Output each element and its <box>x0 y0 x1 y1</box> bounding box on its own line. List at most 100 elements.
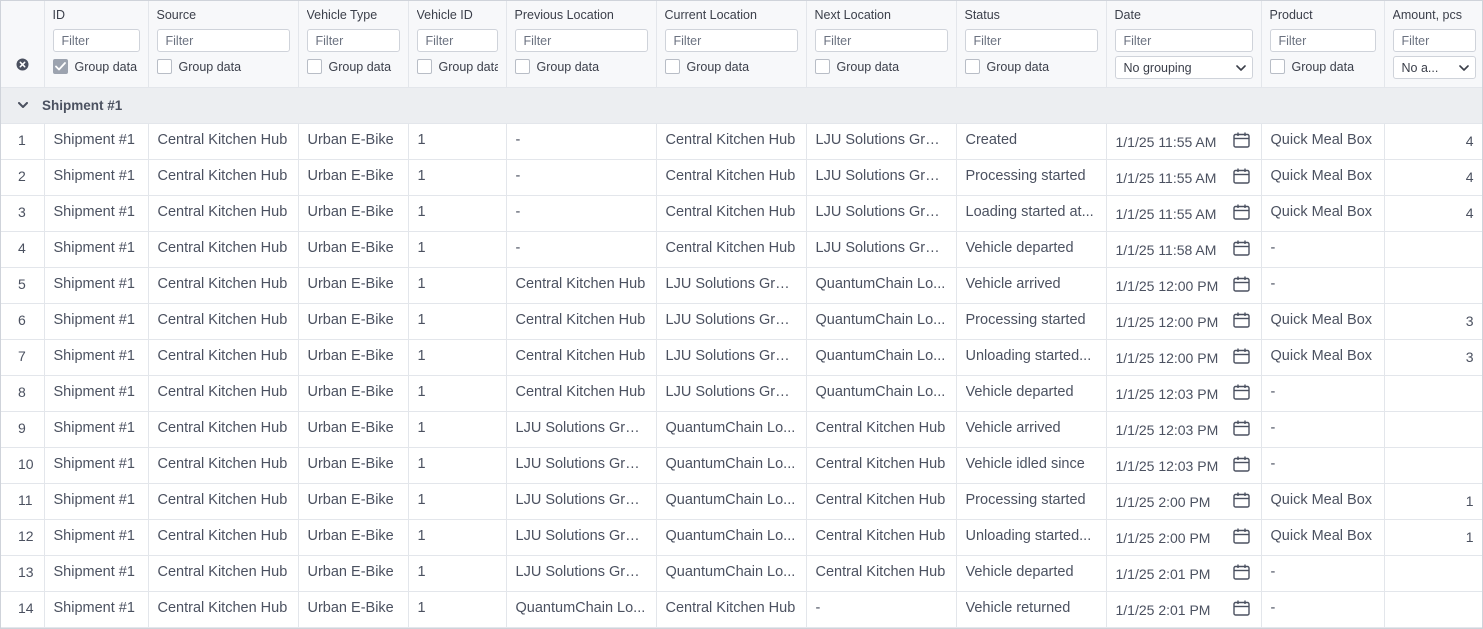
filter-input-id[interactable] <box>52 29 140 52</box>
calendar-icon[interactable] <box>1232 492 1250 512</box>
group-data-toggle-vehicle-type[interactable]: Group data <box>306 59 400 74</box>
cell-date[interactable]: 1/1/25 11:55 AM <box>1106 159 1262 196</box>
column-label[interactable]: Previous Location <box>515 8 648 25</box>
cell-date[interactable]: 1/1/25 12:00 PM <box>1106 267 1262 304</box>
calendar-icon[interactable] <box>1232 564 1250 584</box>
filter-input-date[interactable] <box>1114 29 1253 52</box>
date-picker[interactable]: 1/1/25 11:55 AM <box>1116 168 1252 188</box>
calendar-icon[interactable] <box>1232 528 1250 548</box>
clear-filters-icon[interactable] <box>16 58 29 76</box>
cell-date[interactable]: 1/1/25 12:03 PM <box>1106 411 1262 448</box>
group-data-toggle-product[interactable]: Group data <box>1269 59 1376 74</box>
date-picker[interactable]: 1/1/25 2:01 PM <box>1116 600 1252 620</box>
column-label[interactable]: Status <box>965 8 1098 25</box>
table-row[interactable]: 14 Shipment #1 Central Kitchen Hub Urban E-… <box>1 591 1482 628</box>
date-picker[interactable]: 1/1/25 2:00 PM <box>1116 528 1252 548</box>
column-label[interactable]: Next Location <box>815 8 948 25</box>
calendar-icon[interactable] <box>1232 132 1250 152</box>
column-label[interactable]: Date <box>1115 8 1253 25</box>
cell-date[interactable]: 1/1/25 2:01 PM <box>1106 555 1262 592</box>
date-picker[interactable]: 1/1/25 11:55 AM <box>1116 204 1252 224</box>
group-data-toggle-vehicle-id[interactable]: Group data <box>416 59 498 74</box>
date-picker[interactable]: 1/1/25 12:03 PM <box>1116 420 1252 440</box>
date-picker[interactable]: 1/1/25 12:00 PM <box>1116 276 1252 296</box>
grouping-select-date[interactable]: No grouping <box>1114 56 1253 79</box>
group-data-checkbox[interactable] <box>156 59 172 74</box>
calendar-icon[interactable] <box>1232 240 1250 260</box>
cell-date[interactable]: 1/1/25 12:00 PM <box>1106 303 1262 340</box>
filter-input-next-location[interactable] <box>814 29 948 52</box>
chevron-down-icon[interactable] <box>18 101 28 109</box>
group-data-toggle-status[interactable]: Group data <box>964 59 1098 74</box>
cell-date[interactable]: 1/1/25 11:55 AM <box>1106 123 1262 160</box>
cell-date[interactable]: 1/1/25 12:00 PM <box>1106 339 1262 376</box>
calendar-icon[interactable] <box>1232 168 1250 188</box>
group-data-toggle-source[interactable]: Group data <box>156 59 290 74</box>
table-row[interactable]: 8 Shipment #1 Central Kitchen Hub Urban E-B… <box>1 375 1482 412</box>
group-data-checkbox[interactable] <box>1269 59 1285 74</box>
filter-input-status[interactable] <box>964 29 1098 52</box>
calendar-icon[interactable] <box>1232 420 1250 440</box>
table-row[interactable]: 5 Shipment #1 Central Kitchen Hub Urban E-B… <box>1 267 1482 304</box>
group-row[interactable]: Shipment #1 <box>1 87 1482 124</box>
calendar-icon[interactable] <box>1232 384 1250 404</box>
calendar-icon[interactable] <box>1232 600 1250 620</box>
date-picker[interactable]: 1/1/25 11:58 AM <box>1116 240 1252 260</box>
filter-input-product[interactable] <box>1269 29 1376 52</box>
table-row[interactable]: 9 Shipment #1 Central Kitchen Hub Urban E-B… <box>1 411 1482 448</box>
filter-input-vehicle-id[interactable] <box>416 29 498 52</box>
cell-date[interactable]: 1/1/25 11:58 AM <box>1106 231 1262 268</box>
filter-input-amount[interactable] <box>1392 29 1476 52</box>
table-row[interactable]: 6 Shipment #1 Central Kitchen Hub Urban E-B… <box>1 303 1482 340</box>
date-picker[interactable]: 1/1/25 2:01 PM <box>1116 564 1252 584</box>
grouping-select-amount[interactable]: No a... <box>1392 56 1476 79</box>
group-data-toggle-id[interactable]: Group data <box>52 59 140 74</box>
column-label[interactable]: Vehicle Type <box>307 8 400 25</box>
table-row[interactable]: 3 Shipment #1 Central Kitchen Hub Urban E-B… <box>1 195 1482 232</box>
group-data-checkbox[interactable] <box>416 59 432 74</box>
table-row[interactable]: 13 Shipment #1 Central Kitchen Hub Urban E-… <box>1 555 1482 592</box>
cell-date[interactable]: 1/1/25 12:03 PM <box>1106 375 1262 412</box>
table-row[interactable]: 10 Shipment #1 Central Kitchen Hub Urban E-… <box>1 447 1482 484</box>
group-data-toggle-current-location[interactable]: Group data <box>664 59 798 74</box>
calendar-icon[interactable] <box>1232 456 1250 476</box>
date-picker[interactable]: 1/1/25 12:03 PM <box>1116 456 1252 476</box>
column-label[interactable]: Current Location <box>665 8 798 25</box>
group-data-checkbox[interactable] <box>964 59 980 74</box>
cell-date[interactable]: 1/1/25 2:00 PM <box>1106 519 1262 556</box>
column-label[interactable]: ID <box>53 8 140 25</box>
group-data-checkbox[interactable] <box>306 59 322 74</box>
calendar-icon[interactable] <box>1232 204 1250 224</box>
filter-input-current-location[interactable] <box>664 29 798 52</box>
group-data-checkbox[interactable] <box>814 59 830 74</box>
filter-input-previous-location[interactable] <box>514 29 648 52</box>
group-data-checkbox[interactable] <box>514 59 530 74</box>
cell-date[interactable]: 1/1/25 11:55 AM <box>1106 195 1262 232</box>
table-row[interactable]: 12 Shipment #1 Central Kitchen Hub Urban E-… <box>1 519 1482 556</box>
column-label[interactable]: Product <box>1270 8 1376 25</box>
date-picker[interactable]: 1/1/25 12:03 PM <box>1116 384 1252 404</box>
filter-input-source[interactable] <box>156 29 290 52</box>
column-label[interactable]: Vehicle ID <box>417 8 498 25</box>
date-picker[interactable]: 1/1/25 2:00 PM <box>1116 492 1252 512</box>
group-data-toggle-previous-location[interactable]: Group data <box>514 59 648 74</box>
calendar-icon[interactable] <box>1232 312 1250 332</box>
column-label[interactable]: Amount, pcs <box>1393 8 1476 25</box>
cell-date[interactable]: 1/1/25 2:00 PM <box>1106 483 1262 520</box>
table-row[interactable]: 7 Shipment #1 Central Kitchen Hub Urban E-B… <box>1 339 1482 376</box>
group-data-checkbox[interactable] <box>664 59 680 74</box>
table-row[interactable]: 2 Shipment #1 Central Kitchen Hub Urban E-B… <box>1 159 1482 196</box>
cell-date[interactable]: 1/1/25 12:03 PM <box>1106 447 1262 484</box>
table-row[interactable]: 1 Shipment #1 Central Kitchen Hub Urban E-B… <box>1 123 1482 160</box>
cell-date[interactable]: 1/1/25 2:01 PM <box>1106 591 1262 628</box>
group-data-toggle-next-location[interactable]: Group data <box>814 59 948 74</box>
date-picker[interactable]: 1/1/25 11:55 AM <box>1116 132 1252 152</box>
calendar-icon[interactable] <box>1232 276 1250 296</box>
table-row[interactable]: 11 Shipment #1 Central Kitchen Hub Urban E-… <box>1 483 1482 520</box>
date-picker[interactable]: 1/1/25 12:00 PM <box>1116 348 1252 368</box>
column-label[interactable]: Source <box>157 8 290 25</box>
date-picker[interactable]: 1/1/25 12:00 PM <box>1116 312 1252 332</box>
group-data-checkbox[interactable] <box>52 59 68 74</box>
calendar-icon[interactable] <box>1232 348 1250 368</box>
filter-input-vehicle-type[interactable] <box>306 29 400 52</box>
